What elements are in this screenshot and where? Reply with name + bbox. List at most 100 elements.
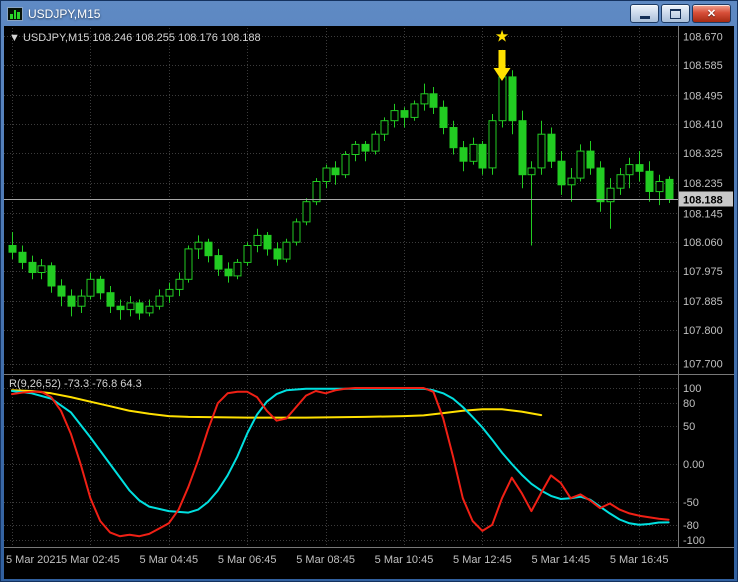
time-axis-label: 5 Mar 04:45 <box>139 554 198 566</box>
candle-body <box>469 143 478 162</box>
candle-body <box>371 133 380 152</box>
chart-canvas[interactable]: 108.188 ★ 108.670 108.585 108.495 108.410 108.… <box>4 26 734 578</box>
close-button[interactable]: ✕ <box>692 4 731 23</box>
chart-app-icon <box>7 6 23 21</box>
candle-body <box>625 164 634 176</box>
price-axis-label: 108.670 <box>683 31 723 43</box>
minimize-icon <box>639 16 650 19</box>
candle-body <box>18 251 27 263</box>
candle-body <box>214 255 223 270</box>
candle-body <box>527 167 536 176</box>
price-axis-label: 108.495 <box>683 91 723 103</box>
chart-ohlc-header: ▼ USDJPY,M15 108.246 108.255 108.176 108… <box>9 32 261 44</box>
indicator-axis-label: -80 <box>683 520 699 532</box>
chart-client-area: 108.188 ★ 108.670 108.585 108.495 108.410 108.… <box>4 26 734 579</box>
star-mark-icon: ★ <box>495 28 509 45</box>
candle-body <box>106 292 115 307</box>
candle-body <box>96 278 105 294</box>
candle-body <box>312 181 321 203</box>
time-axis-label: 5 Mar 2021 <box>6 554 62 566</box>
candle-body <box>37 265 46 274</box>
current-price-tag-label: 108.188 <box>683 195 723 207</box>
time-axis-label: 5 Mar 10:45 <box>375 554 434 566</box>
candle-body <box>204 241 213 257</box>
candle-body <box>380 120 389 135</box>
price-axis-label: 108.145 <box>683 209 723 221</box>
indicator-header: R(9,26,52) -73.3 -76.8 64.3 <box>9 378 142 390</box>
candle-body <box>57 285 66 297</box>
candle-body <box>331 167 340 176</box>
candle-body <box>400 110 409 118</box>
price-axis-label: 107.700 <box>683 359 723 371</box>
candle-body <box>135 302 144 314</box>
time-axis-label: 5 Mar 12:45 <box>453 554 512 566</box>
candle-body <box>341 154 350 176</box>
candle-body <box>8 245 17 253</box>
candle-body <box>616 174 625 189</box>
price-axis-label: 108.325 <box>683 148 723 160</box>
candle-body <box>449 127 458 149</box>
candle-body <box>175 278 184 290</box>
indicator-axis-label: 0.00 <box>683 459 704 471</box>
candle-body <box>322 167 331 182</box>
candle-body <box>224 268 233 277</box>
candle-body <box>420 93 429 105</box>
time-axis-label: 5 Mar 02:45 <box>61 554 120 566</box>
candle-body <box>390 110 399 122</box>
window-title: USDJPY,M15 <box>28 6 101 21</box>
candle-body <box>429 93 438 108</box>
candle-body <box>488 120 497 169</box>
candle-body <box>145 305 154 314</box>
candle-body <box>165 288 174 297</box>
price-axis-label: 107.885 <box>683 296 723 308</box>
candle-body <box>655 181 664 193</box>
candle-body <box>508 76 517 122</box>
candle-body <box>410 103 419 118</box>
indicator-axis-label: 50 <box>683 421 695 433</box>
indicator-axis-label: -100 <box>683 535 705 547</box>
minimize-button[interactable] <box>630 4 659 23</box>
candle-body <box>586 150 595 169</box>
candle-body <box>361 143 370 152</box>
candle-body <box>439 106 448 129</box>
maximize-button[interactable] <box>661 4 690 23</box>
price-axis-label: 108.060 <box>683 237 723 249</box>
candle-body <box>126 302 135 311</box>
candle-body <box>478 143 487 169</box>
window-controls: ✕ <box>630 4 731 23</box>
mt4-chart-window: USDJPY,M15 ✕ 108.188 ★ 108.670 108.585 108.4… <box>0 0 738 582</box>
time-axis-label: 5 Mar 16:45 <box>610 554 669 566</box>
candle-body <box>116 305 125 311</box>
candle-body <box>155 295 164 307</box>
candle-body <box>86 278 95 297</box>
candle-body <box>67 295 76 307</box>
candle-body <box>292 221 301 243</box>
candle-body <box>351 143 360 156</box>
candle-body <box>567 177 576 186</box>
candle-body <box>537 133 546 169</box>
candle-body <box>498 76 507 122</box>
price-axis-label: 108.585 <box>683 60 723 72</box>
candle-body <box>596 167 605 203</box>
price-axis-label: 107.800 <box>683 325 723 337</box>
candle-body <box>459 147 468 162</box>
time-axis-label: 5 Mar 06:45 <box>218 554 277 566</box>
candle-body <box>273 248 282 260</box>
candle-body <box>77 295 86 307</box>
candle-body <box>547 133 556 162</box>
candle-body <box>635 164 644 172</box>
candle-body <box>184 248 193 280</box>
candle-body <box>282 241 291 260</box>
candle-body <box>233 261 242 277</box>
time-axis-label: 5 Mar 08:45 <box>296 554 355 566</box>
candle-body <box>263 234 272 250</box>
indicator-axis-label: 80 <box>683 398 695 410</box>
time-axis-label: 5 Mar 14:45 <box>531 554 590 566</box>
titlebar[interactable]: USDJPY,M15 ✕ <box>4 1 734 26</box>
candle-body <box>557 160 566 186</box>
candle-body <box>194 241 203 250</box>
candle-body <box>518 120 527 176</box>
candle-body <box>243 245 252 263</box>
candle-body <box>253 234 262 246</box>
indicator-axis-label: -50 <box>683 497 699 509</box>
